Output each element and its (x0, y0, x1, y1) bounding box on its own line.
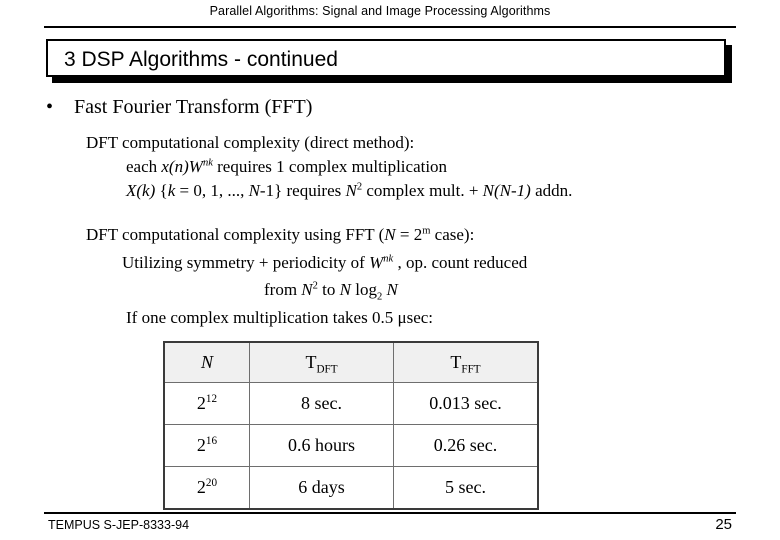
var-n-case: N (384, 225, 396, 244)
micro-symbol: μ (397, 308, 407, 327)
symmetry-line: Utilizing symmetry + periodicity of Wnk … (122, 252, 527, 274)
exponent-nk-2: nk (383, 253, 394, 265)
cell-n-exponent: 12 (205, 393, 218, 405)
cell-n: 212 (163, 382, 250, 425)
text-requires: ‑1} requires (259, 181, 346, 200)
bullet-dot-icon: • (46, 96, 54, 118)
text-log: log (350, 280, 377, 299)
table-header-n: N (163, 341, 250, 383)
text-timing-suffix: sec: (406, 308, 434, 327)
text-symmetry-prefix: Utilizing symmetry + periodicity of (122, 253, 370, 272)
table-header-tdft-base: T (305, 352, 317, 372)
page-title: 3 DSP Algorithms - continued (64, 48, 338, 71)
bullet-label: Fast Fourier Transform (FFT) (74, 96, 313, 118)
table-row: 212 8 sec. 0.013 sec. (163, 382, 539, 425)
complexity-table: N TDFT TFFT 212 8 sec. 0.013 sec. 216 0.… (163, 341, 539, 510)
cell-tdft: 0.6 hours (249, 424, 394, 467)
text-to: to (317, 280, 340, 299)
title-box: 3 DSP Algorithms - continued (46, 39, 726, 77)
dft-direct-line-xk: X(k) {k = 0, 1, ..., N‑1} requires N2 co… (126, 180, 572, 202)
text-op-count: , op. count reduced (393, 253, 528, 272)
cell-n: 220 (163, 466, 250, 510)
cell-n-exponent: 20 (205, 477, 218, 489)
var-n-logn: N (339, 280, 351, 299)
cell-tfft: 0.013 sec. (393, 382, 539, 425)
table-header-tdft: TDFT (249, 341, 394, 383)
cell-tfft: 5 sec. (393, 466, 539, 510)
table-row: 220 6 days 5 sec. (163, 466, 539, 510)
complexity-table-wrapper: N TDFT TFFT 212 8 sec. 0.013 sec. 216 0.… (163, 341, 539, 510)
bullet-item-fft: • Fast Fourier Transform (FFT) (46, 96, 312, 119)
footer-divider (44, 512, 736, 514)
page-number: 25 (715, 516, 732, 533)
table-header-tfft-sub: FFT (461, 363, 481, 376)
var-x-of-n: x(n) (161, 157, 189, 176)
var-n-squared: N (345, 181, 357, 200)
var-w-symmetry: W (369, 253, 384, 272)
table-header-row: N TDFT TFFT (163, 341, 539, 383)
text-from: from (264, 280, 302, 299)
cell-tfft: 0.26 sec. (393, 424, 539, 467)
table-header-tfft-base: T (450, 352, 462, 372)
var-w: W (188, 157, 203, 176)
text-each-suffix: requires 1 complex multiplication (212, 157, 448, 176)
text-each-prefix: each (126, 157, 162, 176)
var-n-sq-from: N (301, 280, 313, 299)
text-complex-mult: complex mult. + (362, 181, 483, 200)
timing-assumption-line: If one complex multiplication takes 0.5 … (126, 307, 433, 329)
footer-project-id: TEMPUS S-JEP-8333-94 (48, 518, 190, 532)
table-header-tdft-sub: DFT (316, 363, 338, 376)
var-n-final: N (382, 280, 398, 299)
text-case-suffix: case): (430, 225, 475, 244)
cell-n-base: 2 (196, 393, 206, 413)
header-title: Parallel Algorithms: Signal and Image Pr… (209, 4, 551, 18)
cell-tdft: 6 days (249, 466, 394, 510)
table-header-tfft: TFFT (393, 341, 539, 383)
cell-n-base: 2 (196, 477, 206, 497)
exponent-nk: nk (202, 157, 213, 169)
dft-fft-heading: DFT computational complexity using FFT (… (86, 224, 474, 246)
table-row: 216 0.6 hours 0.26 sec. (163, 424, 539, 467)
dft-direct-line-each: each x(n)Wnk requires 1 complex multipli… (126, 156, 447, 178)
var-x-of-k: X(k) (126, 181, 156, 200)
text-addn: addn. (530, 181, 573, 200)
text-timing-prefix: If one complex multiplication takes 0.5 (126, 308, 398, 327)
header-divider (44, 26, 736, 28)
text-fft-prefix: DFT computational complexity using FFT ( (86, 225, 385, 244)
cell-n-exponent: 16 (205, 435, 218, 447)
text-k-range: = 0, 1, ..., (175, 181, 249, 200)
dft-direct-heading: DFT computational complexity (direct met… (86, 133, 415, 152)
cell-n-base: 2 (196, 435, 206, 455)
var-n-times-n: N(N (482, 181, 511, 200)
cell-n: 216 (163, 424, 250, 467)
cell-tdft: 8 sec. (249, 382, 394, 425)
text-equals-two: = 2 (395, 225, 423, 244)
var-n-range: N (248, 181, 260, 200)
slide-header: Parallel Algorithms: Signal and Image Pr… (0, 0, 780, 30)
var-n-minus-1: ‑1) (511, 181, 531, 200)
table-header-n-label: N (200, 352, 213, 372)
text-brace-open: { (155, 181, 168, 200)
complexity-reduction-line: from N2 to N log2 N (264, 279, 398, 302)
